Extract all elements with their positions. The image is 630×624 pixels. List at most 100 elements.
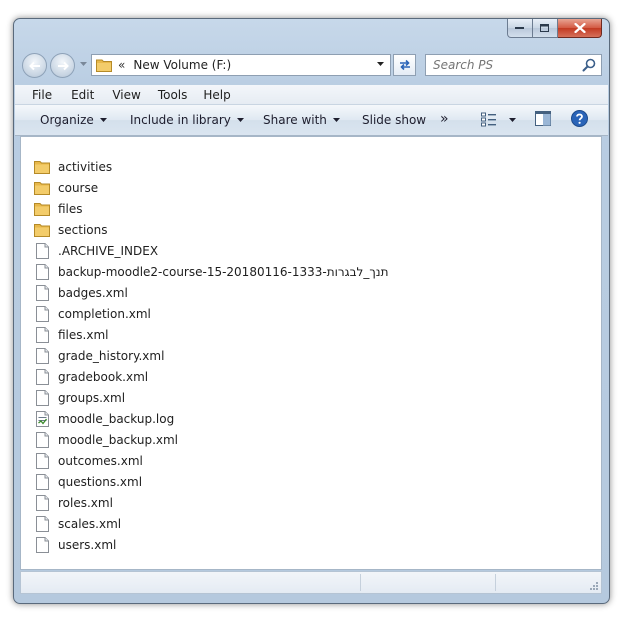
chevron-down-icon bbox=[509, 117, 516, 122]
document-icon bbox=[34, 495, 50, 511]
item-name: files bbox=[58, 202, 83, 216]
menu-help[interactable]: Help bbox=[203, 88, 230, 102]
file-item[interactable]: scales.xml bbox=[34, 514, 121, 534]
maximize-button[interactable] bbox=[533, 19, 558, 38]
refresh-icon bbox=[399, 59, 410, 71]
item-name: backup-moodle2-course-15-20180116-1333-ת… bbox=[58, 265, 389, 279]
file-item[interactable]: questions.xml bbox=[34, 472, 142, 492]
chevron-down-icon bbox=[236, 118, 244, 122]
item-name: roles.xml bbox=[58, 496, 113, 510]
organize-button[interactable]: Organize bbox=[40, 113, 107, 127]
folder-icon bbox=[34, 222, 50, 238]
item-name: files.xml bbox=[58, 328, 109, 342]
chevron-down-icon bbox=[332, 118, 340, 122]
file-item[interactable]: gradebook.xml bbox=[34, 367, 148, 387]
change-view-button[interactable] bbox=[481, 112, 516, 127]
document-icon bbox=[34, 306, 50, 322]
close-button[interactable] bbox=[558, 19, 602, 38]
file-item[interactable]: roles.xml bbox=[34, 493, 113, 513]
status-divider bbox=[495, 574, 496, 591]
search-icon[interactable] bbox=[582, 58, 596, 72]
file-item[interactable]: moodle_backup.xml bbox=[34, 430, 178, 450]
refresh-button[interactable] bbox=[393, 54, 416, 76]
address-overflow-chevrons[interactable]: « bbox=[118, 58, 125, 72]
item-name: grade_history.xml bbox=[58, 349, 165, 363]
help-icon bbox=[571, 110, 588, 127]
file-item[interactable]: backup-moodle2-course-15-20180116-1333-ת… bbox=[34, 262, 388, 282]
slide-show-label: Slide show bbox=[362, 113, 427, 127]
folder-icon bbox=[34, 159, 50, 175]
document-icon bbox=[34, 474, 50, 490]
share-with-button[interactable]: Share with bbox=[263, 113, 340, 127]
file-item[interactable]: users.xml bbox=[34, 535, 116, 555]
file-item[interactable]: grade_history.xml bbox=[34, 346, 164, 366]
back-arrow-icon bbox=[28, 61, 40, 70]
more-commands-button[interactable]: » bbox=[440, 111, 449, 127]
share-with-label: Share with bbox=[263, 113, 327, 127]
caption-buttons bbox=[507, 19, 602, 38]
item-name: completion.xml bbox=[58, 307, 151, 321]
more-commands-label: » bbox=[440, 111, 449, 127]
forward-arrow-icon bbox=[57, 61, 69, 70]
resize-grip-icon[interactable] bbox=[589, 581, 599, 591]
recent-pages-chevron-icon[interactable] bbox=[80, 62, 87, 67]
item-name: activities bbox=[58, 160, 113, 174]
item-name: users.xml bbox=[58, 538, 117, 552]
file-item[interactable]: files.xml bbox=[34, 325, 108, 345]
menu-tools[interactable]: Tools bbox=[158, 88, 188, 102]
organize-label: Organize bbox=[40, 113, 94, 127]
back-button[interactable] bbox=[22, 53, 47, 78]
folder-item[interactable]: activities bbox=[34, 157, 112, 177]
include-in-library-button[interactable]: Include in library bbox=[130, 113, 244, 127]
address-path[interactable]: New Volume (F:) bbox=[133, 58, 231, 72]
close-icon bbox=[573, 23, 586, 33]
document-icon bbox=[34, 516, 50, 532]
item-name: course bbox=[58, 181, 99, 195]
explorer-window: « New Volume (F:) File Edit View Tools H… bbox=[13, 18, 610, 604]
menu-view[interactable]: View bbox=[112, 88, 140, 102]
search-input[interactable] bbox=[426, 58, 573, 72]
maximize-icon bbox=[540, 23, 549, 32]
item-name: outcomes.xml bbox=[58, 454, 143, 468]
item-name: moodle_backup.xml bbox=[58, 433, 179, 447]
document-icon bbox=[34, 264, 50, 280]
item-name: gradebook.xml bbox=[58, 370, 149, 384]
command-bar: Organize Include in library Share with S… bbox=[15, 105, 608, 136]
document-icon bbox=[34, 369, 50, 385]
item-name: badges.xml bbox=[58, 286, 128, 300]
preview-pane-icon bbox=[535, 111, 551, 126]
file-item[interactable]: badges.xml bbox=[34, 283, 128, 303]
status-divider bbox=[360, 574, 361, 591]
file-item[interactable]: completion.xml bbox=[34, 304, 151, 324]
folder-item[interactable]: course bbox=[34, 178, 98, 198]
slide-show-button[interactable]: Slide show bbox=[362, 113, 426, 127]
help-button[interactable] bbox=[571, 110, 588, 127]
document-icon bbox=[34, 285, 50, 301]
file-item[interactable]: outcomes.xml bbox=[34, 451, 143, 471]
menu-file[interactable]: File bbox=[32, 88, 52, 102]
folder-item[interactable]: sections bbox=[34, 220, 107, 240]
menu-edit[interactable]: Edit bbox=[71, 88, 94, 102]
file-item[interactable]: .ARCHIVE_INDEX bbox=[34, 241, 158, 261]
folder-icon bbox=[34, 201, 50, 217]
folder-item[interactable]: files bbox=[34, 199, 83, 219]
forward-button[interactable] bbox=[50, 53, 75, 78]
document-icon bbox=[34, 432, 50, 448]
document-icon bbox=[34, 243, 50, 259]
minimize-icon bbox=[515, 27, 524, 29]
preview-pane-button[interactable] bbox=[535, 111, 551, 126]
address-dropdown-icon[interactable] bbox=[377, 62, 384, 67]
include-in-library-label: Include in library bbox=[130, 113, 231, 127]
view-options-icon bbox=[481, 112, 496, 127]
item-name: sections bbox=[58, 223, 108, 237]
item-name: scales.xml bbox=[58, 517, 122, 531]
file-item[interactable]: moodle_backup.log bbox=[34, 409, 174, 429]
search-box[interactable] bbox=[425, 54, 602, 76]
minimize-button[interactable] bbox=[507, 19, 533, 38]
status-bar bbox=[20, 571, 602, 594]
folder-icon bbox=[34, 180, 50, 196]
document-icon bbox=[34, 327, 50, 343]
file-item[interactable]: groups.xml bbox=[34, 388, 125, 408]
document-icon bbox=[34, 390, 50, 406]
address-bar[interactable]: « New Volume (F:) bbox=[91, 54, 391, 76]
